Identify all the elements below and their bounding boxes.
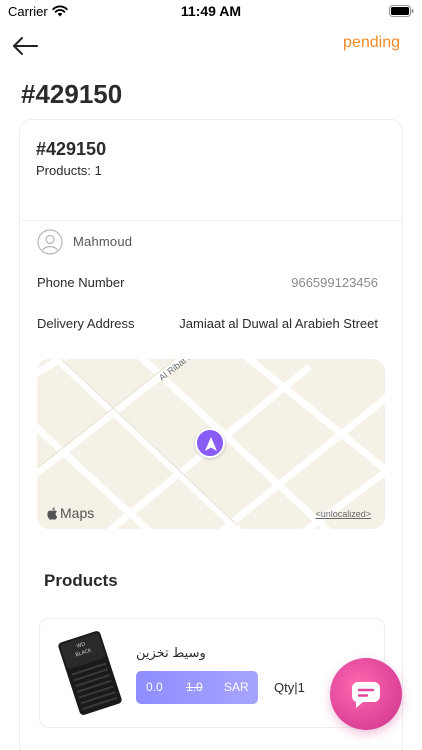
phone-label: Phone Number: [37, 275, 125, 290]
chat-button[interactable]: [330, 658, 402, 730]
address-label: Delivery Address: [37, 316, 135, 331]
products-heading: Products: [44, 571, 118, 590]
phone-value[interactable]: 966599123456: [291, 275, 378, 290]
battery-icon: [389, 5, 414, 17]
order-card: #429150 Products: 1 Mahmoud Phone Number…: [19, 119, 403, 750]
address-value: Jamiaat al Duwal al Arabieh Street: [179, 316, 378, 331]
status-bar: Carrier 11:49 AM: [0, 0, 422, 24]
product-name: وسيط تخزين: [136, 645, 206, 660]
clock: 11:49 AM: [180, 3, 242, 19]
customer-name: Mahmoud: [73, 234, 133, 249]
user-avatar-icon: [37, 229, 63, 255]
back-arrow-icon[interactable]: [10, 34, 42, 58]
price-current: 0.0: [146, 680, 163, 694]
order-number: #429150: [36, 139, 107, 159]
price-badge: 0.0 1.0 SAR: [136, 671, 258, 704]
maps-label: Maps: [60, 505, 95, 521]
legal-link[interactable]: <unlocalized>: [315, 509, 371, 519]
maps-attribution: Maps: [47, 505, 94, 521]
product-image: WD BLACK: [58, 631, 122, 715]
location-pin[interactable]: [195, 428, 225, 458]
apple-logo-icon: [47, 507, 58, 520]
order-status-badge: pending: [343, 34, 400, 51]
price-old: 1.0: [186, 680, 203, 694]
products-count: Products: 1: [36, 163, 102, 178]
chat-bubble-icon: [351, 682, 380, 708]
product-card[interactable]: WD BLACK وسيط تخزين 0.0 1.0 SAR Qty|1: [39, 618, 385, 728]
product-quantity: Qty|1: [274, 680, 305, 695]
price-currency: SAR: [224, 680, 249, 694]
page-title: #429150: [21, 79, 123, 109]
navigation-arrow-icon: [205, 437, 217, 451]
divider: [20, 220, 402, 221]
delivery-map[interactable]: Al Ribat St Maps <unlocalized>: [37, 359, 385, 529]
